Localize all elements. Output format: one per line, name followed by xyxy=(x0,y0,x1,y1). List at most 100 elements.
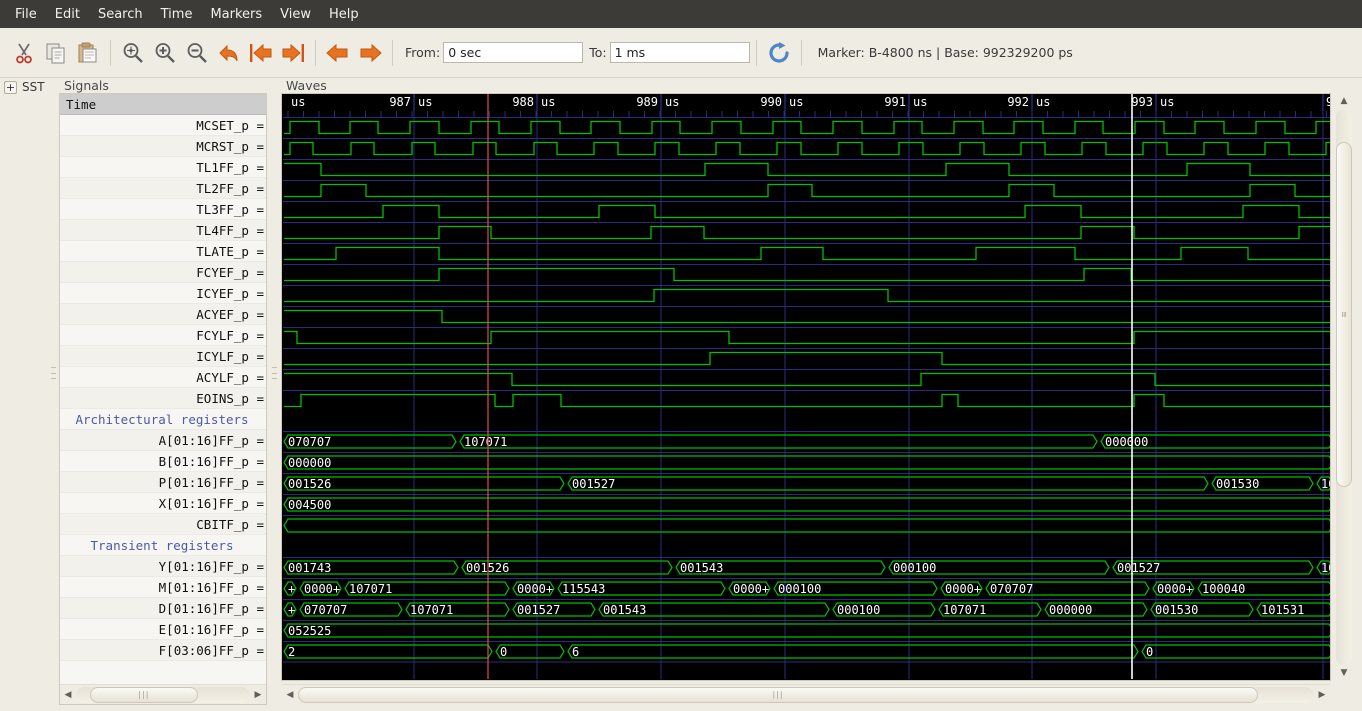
go-start-button[interactable] xyxy=(245,36,277,70)
toolbar: From: To: Marker: B-4800 ns | Base: 9923… xyxy=(0,28,1362,78)
bus-value-label: 115543 xyxy=(562,582,605,596)
zoom-fit-button[interactable] xyxy=(117,36,149,70)
signal-group-comment[interactable]: Architectural registers xyxy=(60,409,266,430)
bus-value-label: 0000+ xyxy=(517,582,553,596)
menu-view[interactable]: View xyxy=(271,4,320,25)
signal-row[interactable]: ICYEF_p = xyxy=(60,283,266,304)
signal-row[interactable]: FCYLF_p = xyxy=(60,325,266,346)
menu-markers[interactable]: Markers xyxy=(201,4,271,25)
bus-value-label: 000000 xyxy=(1105,435,1148,449)
signal-row[interactable]: X[01:16]FF_p = xyxy=(60,493,266,514)
signals-horizontal-scrollbar[interactable]: ◀ ||| ▶ xyxy=(60,684,266,704)
bus-value-label: 001527 xyxy=(572,477,615,491)
bus-value-label: + xyxy=(288,582,295,596)
to-input[interactable] xyxy=(609,42,750,63)
signals-scroll-left-arrow[interactable]: ◀ xyxy=(60,686,76,704)
signal-row[interactable]: MCRST_p = xyxy=(60,136,266,157)
zoom-undo-button[interactable] xyxy=(213,36,245,70)
signals-scroll-track[interactable]: ||| xyxy=(76,686,250,703)
waves-pane-divider[interactable] xyxy=(272,365,277,381)
ruler-unit: us xyxy=(789,95,803,109)
copy-icon xyxy=(46,43,65,63)
vertical-scroll-grip: ≡ xyxy=(1339,310,1349,319)
ruler-unit: us xyxy=(1036,95,1050,109)
signal-row[interactable]: E[01:16]FF_p = xyxy=(60,619,266,640)
signal-name-list[interactable]: Time MCSET_p = MCRST_p = TL1FF_p = TL2FF_p =… xyxy=(60,94,266,664)
signal-group-comment[interactable]: Transient registers xyxy=(60,535,266,556)
waves-panel-title: Waves xyxy=(286,78,327,93)
next-edge-icon xyxy=(360,43,382,62)
waves-scroll-thumb[interactable]: ||| xyxy=(298,686,1259,703)
signal-row[interactable]: ACYEF_p = xyxy=(60,304,266,325)
marker-status: Marker: B-4800 ns | Base: 992329200 ps xyxy=(817,45,1073,60)
waves-horizontal-scrollbar[interactable]: ◀ ||| ▶ xyxy=(282,684,1330,704)
signal-row[interactable]: TL2FF_p = xyxy=(60,178,266,199)
sst-toggle[interactable]: + SST xyxy=(4,78,45,96)
reload-icon xyxy=(769,41,789,63)
signal-row[interactable]: ACYLF_p = xyxy=(60,367,266,388)
bus-value-label: 000000 xyxy=(288,456,331,470)
signals-scroll-thumb[interactable]: ||| xyxy=(89,686,198,703)
signal-row[interactable]: F[03:06]FF_p = xyxy=(60,640,266,661)
from-input[interactable] xyxy=(443,42,584,63)
ruler-label: 992 xyxy=(1007,95,1029,109)
signal-row[interactable]: M[01:16]FF_p = xyxy=(60,577,266,598)
waves-vertical-scrollbar[interactable]: ▲ ≡ ▼ xyxy=(1334,93,1354,681)
signal-row[interactable]: B[01:16]FF_p = xyxy=(60,451,266,472)
menu-file[interactable]: File xyxy=(6,4,46,25)
signal-row[interactable]: MCSET_p = xyxy=(60,115,266,136)
zoom-in-button[interactable] xyxy=(149,36,181,70)
signals-scroll-right-arrow[interactable]: ▶ xyxy=(250,686,266,704)
signal-row[interactable]: TL3FF_p = xyxy=(60,199,266,220)
vertical-scroll-track[interactable]: ≡ xyxy=(1336,109,1352,665)
waves-scroll-right-arrow[interactable]: ▶ xyxy=(1314,686,1330,704)
next-edge-button[interactable] xyxy=(354,36,386,70)
toolbar-separator-5 xyxy=(800,39,802,66)
ruler-unit: us xyxy=(418,95,432,109)
go-start-icon xyxy=(250,43,272,62)
zoom-out-button[interactable] xyxy=(181,36,213,70)
vertical-scroll-thumb[interactable]: ≡ xyxy=(1336,142,1352,488)
menu-search[interactable]: Search xyxy=(89,4,152,25)
waves-scroll-track[interactable]: ||| xyxy=(298,686,1314,703)
cut-button[interactable] xyxy=(8,36,40,70)
ruler-unit: us xyxy=(665,95,679,109)
signal-row[interactable]: Y[01:16]FF_p = xyxy=(60,556,266,577)
ruler-unit: us xyxy=(913,95,927,109)
go-end-button[interactable] xyxy=(277,36,309,70)
ruler-label: 989 xyxy=(636,95,658,109)
sst-label: SST xyxy=(22,80,45,94)
bus-value-label: + xyxy=(288,603,295,617)
toolbar-separator-2 xyxy=(315,39,316,66)
signal-row[interactable]: D[01:16]FF_p = xyxy=(60,598,266,619)
menu-time[interactable]: Time xyxy=(152,4,202,25)
signal-row[interactable]: EOINS_p = xyxy=(60,388,266,409)
from-label: From: xyxy=(405,45,441,60)
waves-scroll-left-arrow[interactable]: ◀ xyxy=(282,686,298,704)
scroll-down-arrow[interactable]: ▼ xyxy=(1334,665,1354,681)
signals-panel-title: Signals xyxy=(64,78,109,93)
signal-row[interactable]: TL4FF_p = xyxy=(60,220,266,241)
prev-edge-button[interactable] xyxy=(322,36,354,70)
bus-value-label: 000100 xyxy=(837,603,880,617)
signal-row[interactable]: TL1FF_p = xyxy=(60,157,266,178)
signals-pane-divider[interactable] xyxy=(51,365,56,381)
signal-row[interactable]: TLATE_p = xyxy=(60,241,266,262)
sst-expand-icon[interactable]: + xyxy=(4,80,17,94)
signal-row[interactable]: FCYEF_p = xyxy=(60,262,266,283)
zoom-fit-icon xyxy=(123,42,143,63)
signal-row[interactable]: ICYLF_p = xyxy=(60,346,266,367)
copy-button[interactable] xyxy=(40,36,72,70)
scroll-up-arrow[interactable]: ▲ xyxy=(1334,93,1354,109)
menu-help[interactable]: Help xyxy=(320,4,368,25)
waves-pane[interactable]: us 987 us 988 us 989 us 990 us 991 us 992 us 993 us 9 07… xyxy=(281,93,1331,681)
bus-value-label: 070707 xyxy=(304,603,347,617)
paste-button[interactable] xyxy=(72,36,104,70)
bus-value-label: 001543 xyxy=(603,603,646,617)
prev-edge-icon xyxy=(326,43,348,62)
signal-row[interactable]: P[01:16]FF_p = xyxy=(60,472,266,493)
reload-button[interactable] xyxy=(763,36,795,70)
menu-edit[interactable]: Edit xyxy=(46,4,89,25)
signal-row[interactable]: CBITF_p = xyxy=(60,514,266,535)
signal-row[interactable]: A[01:16]FF_p = xyxy=(60,430,266,451)
